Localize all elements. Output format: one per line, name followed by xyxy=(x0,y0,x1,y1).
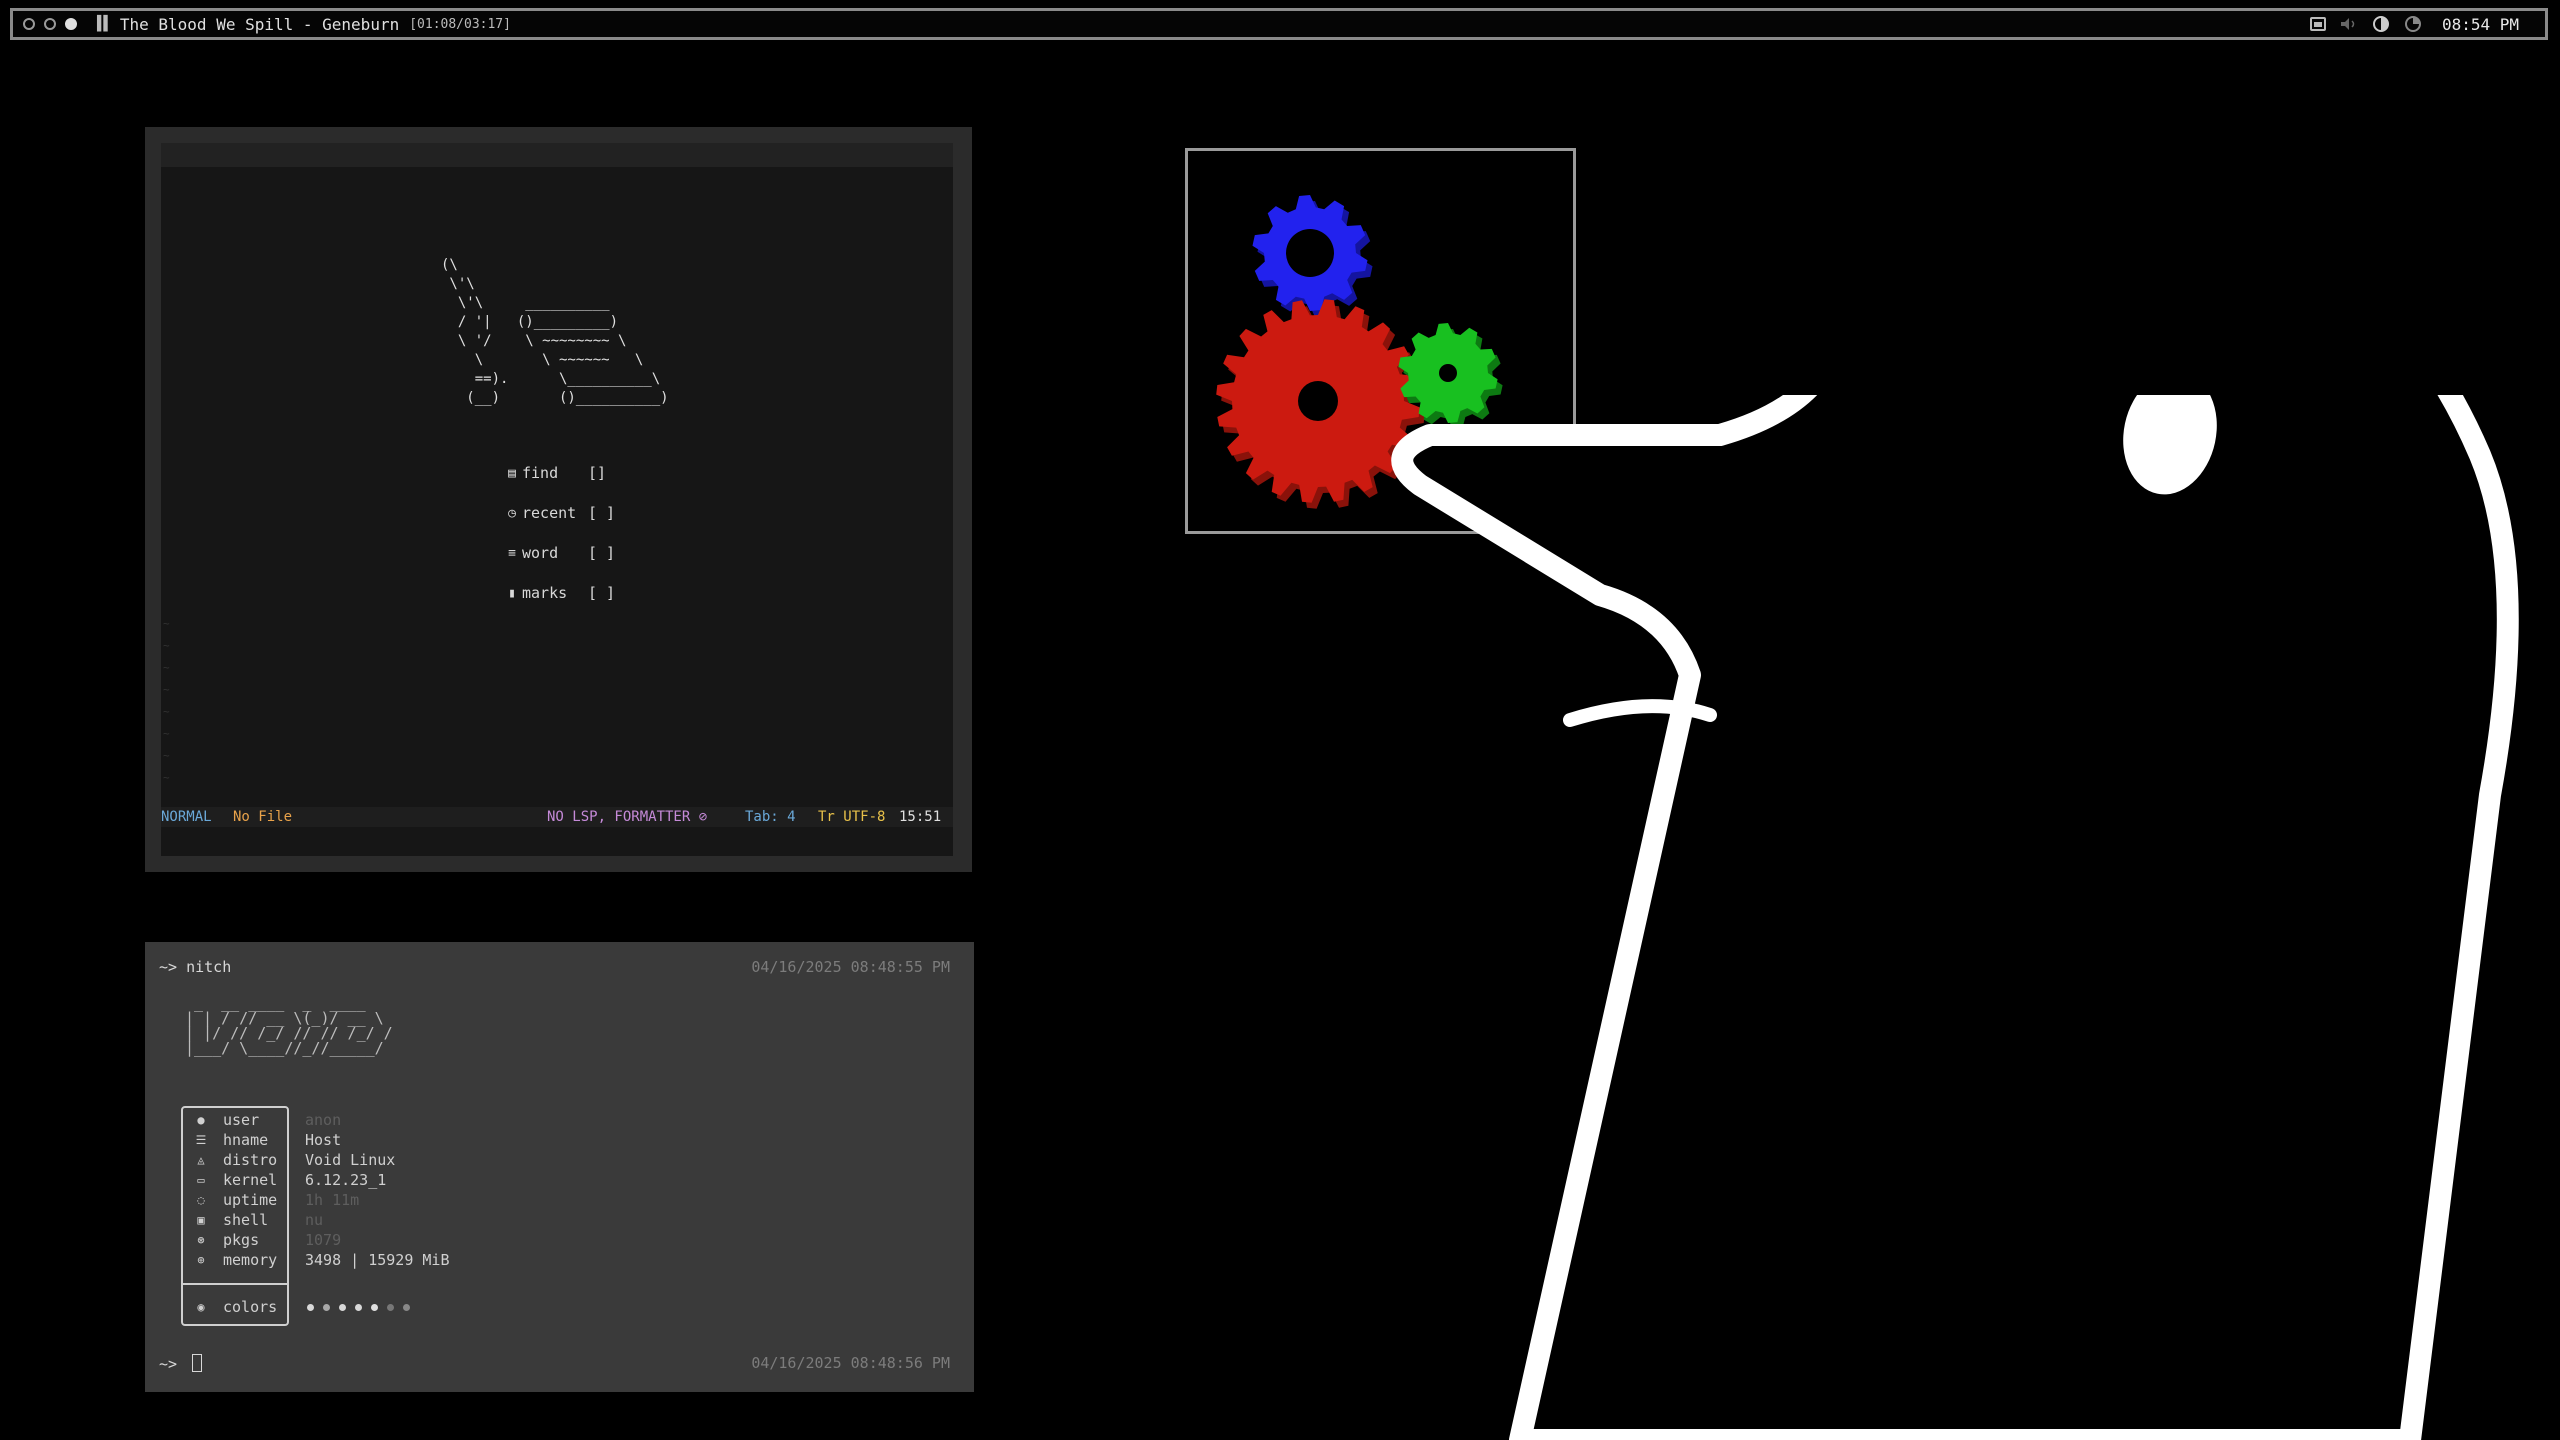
editor-window[interactable]: ~ ~ ~ ~ ~ ~ ~ ~ (\ \'\ \'\ __________ / '| ()__… xyxy=(145,127,972,872)
blue-gear xyxy=(1252,195,1373,317)
file-encoding: Tr UTF-8 xyxy=(818,809,886,825)
clock[interactable]: 08:54 PM xyxy=(2442,15,2519,34)
lsp-status: NO LSP, FORMATTER ⊘ xyxy=(547,809,708,825)
prompt-timestamp: 04/16/2025 08:48:56 PM xyxy=(751,1354,950,1372)
tab-width: Tab: 4 xyxy=(745,809,796,825)
screen-icon[interactable] xyxy=(2309,17,2326,31)
info-divider xyxy=(183,1283,287,1285)
mode-indicator: NORMAL xyxy=(161,809,212,825)
info-label: kernel xyxy=(223,1171,278,1189)
info-row-pkgs: ⊛ pkgs 1079 xyxy=(193,1230,341,1250)
host-icon: ☰ xyxy=(195,1133,207,1147)
clock-icon: ◷ xyxy=(508,505,516,521)
user-icon: ● xyxy=(197,1113,205,1127)
statusline-clock: 15:51 xyxy=(899,809,942,825)
editor-statusline: NORMAL No File NO LSP, FORMATTER ⊘ Tab: … xyxy=(161,807,953,827)
dashboard-ascii-art: (\ \'\ \'\ __________ / '| ()_________) … xyxy=(441,257,669,406)
menu-item-key: [ ] xyxy=(588,544,616,562)
info-label: user xyxy=(223,1111,260,1129)
menu-item-recent[interactable]: ◷ recent [ ] xyxy=(504,493,615,533)
prompt-symbol: ~> xyxy=(159,1355,178,1373)
menu-item-key: [] xyxy=(588,464,607,482)
info-row-distro: ◬ distro Void Linux xyxy=(193,1150,395,1170)
editor-tabline xyxy=(161,143,953,167)
terminal-window[interactable]: ~> nitch 04/16/2025 08:48:55 PM _ __ ___… xyxy=(145,942,974,1392)
workspace-dot-3-active[interactable] xyxy=(65,18,77,30)
info-row-user: ● user anon xyxy=(193,1110,341,1130)
menu-item-key: [ ] xyxy=(588,584,616,602)
battery-icon[interactable] xyxy=(2404,15,2422,33)
laptop-icon: ▭ xyxy=(197,1173,205,1187)
info-label: uptime xyxy=(223,1191,278,1209)
menu-item-word[interactable]: ≡ word [ ] xyxy=(504,533,615,573)
package-icon: ⊛ xyxy=(197,1233,205,1247)
color-swatch xyxy=(387,1303,394,1311)
pause-icon[interactable]: ▌▌ xyxy=(97,16,112,32)
menu-item-key: [ ] xyxy=(588,504,616,522)
info-value: 3498 | 15929 MiB xyxy=(305,1251,450,1269)
color-swatch xyxy=(355,1303,362,1311)
clock-icon: ◌ xyxy=(197,1193,205,1207)
editor-buffer[interactable]: ~ ~ ~ ~ ~ ~ ~ ~ (\ \'\ \'\ __________ / '| ()__… xyxy=(161,143,953,856)
menu-item-label: word xyxy=(522,544,559,562)
info-label: pkgs xyxy=(223,1231,260,1249)
color-swatch xyxy=(307,1303,314,1311)
menu-item-label: recent xyxy=(522,504,577,522)
now-playing-progress: [01:08/03:17] xyxy=(409,16,511,32)
info-label: memory xyxy=(223,1251,278,1269)
brightness-icon[interactable] xyxy=(2372,15,2390,33)
terminal-icon: ▣ xyxy=(197,1213,205,1227)
lines-icon: ≡ xyxy=(508,545,516,561)
terminal-prompt: ~> nitch xyxy=(159,958,232,976)
info-row-uptime: ◌ uptime 1h 11m xyxy=(193,1190,359,1210)
dashboard-menu: ▤ find [] ◷ recent [ ] ≡ word [ ] ▮ mark… xyxy=(504,453,615,613)
info-value: Void Linux xyxy=(305,1151,396,1169)
info-label: distro xyxy=(223,1151,278,1169)
memory-icon: ⊕ xyxy=(197,1253,205,1267)
terminal-prompt-current[interactable]: ~> xyxy=(159,1354,203,1373)
info-row-hname: ☰ hname Host xyxy=(193,1130,342,1150)
color-palette xyxy=(307,1303,410,1311)
now-playing-title: The Blood We Spill - Geneburn xyxy=(119,14,400,34)
lock-icon: ◬ xyxy=(197,1153,205,1167)
info-row-memory: ⊕ memory 3498 | 15929 MiB xyxy=(193,1250,450,1270)
info-value: 1h 11m xyxy=(305,1191,360,1209)
workspace-dot-1[interactable] xyxy=(23,18,35,30)
file-name: No File xyxy=(233,809,293,825)
prompt-timestamp: 04/16/2025 08:48:55 PM xyxy=(751,958,950,976)
workspace-indicators xyxy=(23,18,77,30)
menu-item-marks[interactable]: ▮ marks [ ] xyxy=(504,573,615,613)
distro-ascii-logo: _ __ ____ _ ____ | | / // __ \(_)/ __ \ … xyxy=(185,994,393,1057)
info-label: hname xyxy=(223,1131,269,1149)
menu-item-find[interactable]: ▤ find [] xyxy=(504,453,615,493)
menu-item-label: marks xyxy=(522,584,568,602)
color-swatch xyxy=(339,1303,346,1311)
color-swatch xyxy=(403,1303,410,1311)
info-value: Host xyxy=(305,1131,342,1149)
editor-gutter: ~ ~ ~ ~ ~ ~ ~ ~ xyxy=(163,617,170,784)
workspace-dot-2[interactable] xyxy=(44,18,56,30)
palette-icon: ◉ xyxy=(197,1300,205,1314)
info-value: anon xyxy=(305,1111,342,1129)
menu-item-label: find xyxy=(522,464,559,482)
color-swatch xyxy=(371,1303,378,1311)
bookmark-icon: ▮ xyxy=(508,585,516,601)
info-label: colors xyxy=(223,1298,278,1316)
info-value: nu xyxy=(305,1211,324,1229)
info-value: 6.12.23_1 xyxy=(305,1171,387,1189)
penguin-wallpaper xyxy=(1391,395,2519,1440)
volume-icon[interactable] xyxy=(2340,17,2358,31)
file-search-icon: ▤ xyxy=(508,465,516,481)
cursor xyxy=(192,1354,203,1372)
top-bar: ▌▌ The Blood We Spill - Geneburn [01:08/… xyxy=(10,8,2548,40)
color-swatch xyxy=(323,1303,330,1311)
info-row-shell: ▣ shell nu xyxy=(193,1210,323,1230)
info-value: 1079 xyxy=(305,1231,342,1249)
info-label: shell xyxy=(223,1211,269,1229)
system-tray: 08:54 PM xyxy=(2309,11,2519,37)
info-row-colors: ◉ colors xyxy=(193,1297,410,1317)
info-row-kernel: ▭ kernel 6.12.23_1 xyxy=(193,1170,386,1190)
